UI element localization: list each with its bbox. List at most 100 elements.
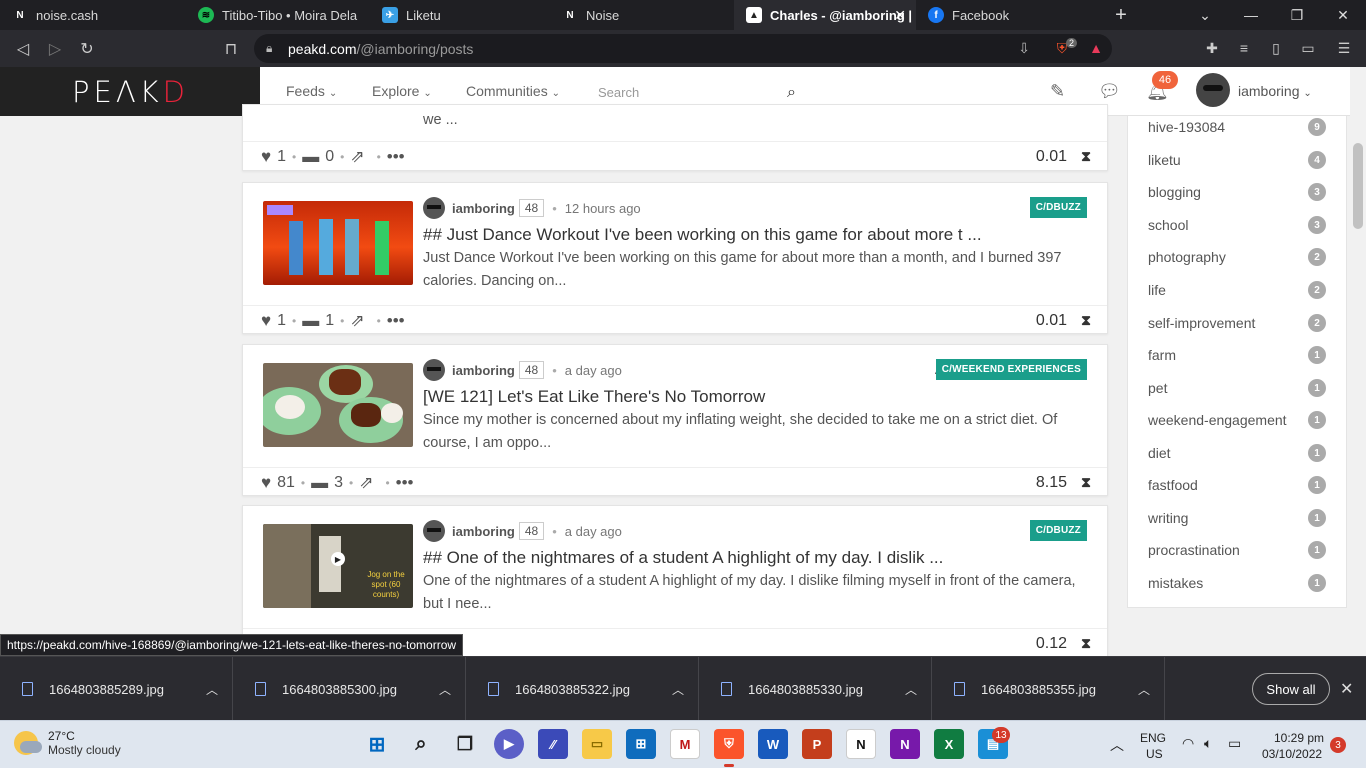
author-name[interactable]: iamboring [452,201,515,216]
community-badge[interactable]: C/DBUZZ [1029,197,1087,218]
tag-item[interactable]: farm 1 [1148,339,1328,371]
share-icon[interactable]: ⇗ [350,311,364,331]
post-title[interactable]: ## Just Dance Workout I've been working … [423,225,982,245]
peakd-logo[interactable]: PEΛKD [72,75,189,109]
chevron-up-icon[interactable]: ︿ [672,681,684,698]
chat-icon[interactable]: ▶ [494,729,524,759]
share-icon[interactable]: ⇗ [350,147,364,167]
avatar[interactable] [423,520,445,542]
language-indicator[interactable]: ENG [1140,731,1166,745]
search-icon[interactable]: ⌕ [787,84,796,102]
tag-item[interactable]: liketu 4 [1148,144,1328,176]
avatar[interactable] [423,359,445,381]
post-thumbnail[interactable]: ▶ Jog on the spot (60 counts) [263,524,413,608]
post-time[interactable]: 12 hours ago [565,201,641,216]
chevron-up-icon[interactable]: ︿ [1138,681,1150,698]
task-view-icon[interactable]: ❐ [450,729,480,759]
tag-item[interactable]: mistakes 1 [1148,567,1328,599]
chevron-up-icon[interactable]: ︿ [1110,735,1124,755]
nav-feeds[interactable]: Feeds ⌄ [286,83,337,99]
download-item[interactable]: 1664803885322.jpg ︿ [466,657,699,721]
tag-item[interactable]: weekend-engagement 1 [1148,404,1328,436]
extensions-icon[interactable]: ✚ [1202,38,1222,58]
comment-icon[interactable]: ▬ [302,147,319,167]
restore-icon[interactable]: ❐ [1274,0,1320,30]
post-title[interactable]: [WE 121] Let's Eat Like There's No Tomor… [423,387,765,407]
comment-icon[interactable]: ▬ [311,473,328,493]
tag-item[interactable]: pet 1 [1148,372,1328,404]
post-title[interactable]: ## One of the nightmares of a student A … [423,548,943,568]
tag-item[interactable]: hive-193084 9 [1148,111,1328,143]
tab-peakd[interactable]: ▲ Charles - @iamboring | ✕ [734,0,916,30]
post-card[interactable]: iamboring 48 • 12 hours ago C/DBUZZ ## J… [242,182,1108,334]
heart-icon[interactable]: ♥ [261,311,271,331]
avatar[interactable] [1196,73,1230,107]
post-card[interactable]: iamboring 48 • a day ago Λ C/WEEKEND EXP… [242,344,1108,496]
show-all-button[interactable]: Show all [1252,673,1330,705]
brave-icon[interactable]: ⛨ [714,729,744,759]
tag-item[interactable]: self-improvement 2 [1148,307,1328,339]
more-icon[interactable]: ••• [387,311,405,331]
back-icon[interactable]: ◁ [12,38,34,60]
user-menu[interactable]: iamboring ⌄ [1238,83,1312,99]
more-icon[interactable]: ••• [396,473,414,493]
post-thumbnail[interactable] [263,201,413,285]
post-excerpt[interactable]: Just Dance Workout I've been working on … [423,247,1091,293]
tab-liketu[interactable]: ✈ Liketu [370,0,550,30]
clock-time[interactable]: 10:29 pm [1274,731,1324,745]
chevron-up-icon[interactable]: ︿ [905,681,917,698]
tab-facebook[interactable]: f Facebook [916,0,1100,30]
avatar[interactable] [423,197,445,219]
search-icon[interactable]: ⌕ [406,729,436,759]
install-icon[interactable]: ⇩ [1018,40,1030,57]
store-icon[interactable]: ⊞ [626,729,656,759]
page-scrollbar[interactable] [1350,67,1366,656]
tag-item[interactable]: life 2 [1148,274,1328,306]
menu-icon[interactable]: ☰ [1334,38,1354,58]
chat-icon[interactable]: 💬︎ [1098,81,1121,102]
post-time[interactable]: a day ago [565,524,622,539]
volume-icon[interactable]: 🔈︎ [1204,735,1212,752]
wifi-icon[interactable]: ◠ [1182,735,1194,752]
reload-icon[interactable]: ↻ [76,38,98,60]
post-excerpt[interactable]: Since my mother is concerned about my in… [423,409,1091,455]
pencil-icon[interactable]: ✎ [1050,81,1065,102]
heart-icon[interactable]: ♥ [261,473,271,493]
tab-noise[interactable]: N Noise [550,0,734,30]
comment-icon[interactable]: ▬ [302,311,319,331]
new-tab-icon[interactable]: + [1098,0,1144,30]
excel-icon[interactable]: X [934,729,964,759]
post-time[interactable]: a day ago [565,363,622,378]
tag-item[interactable]: diet 1 [1148,437,1328,469]
close-icon[interactable]: ✕ [894,7,906,24]
community-badge[interactable]: C/WEEKEND EXPERIENCES [935,359,1087,380]
bookmark-icon[interactable]: ⊓ [220,38,242,60]
nav-communities[interactable]: Communities ⌄ [466,83,560,99]
sidebar-icon[interactable]: ▯ [1266,38,1286,58]
close-window-icon[interactable]: ✕ [1320,0,1366,30]
tag-item[interactable]: photography 2 [1148,241,1328,273]
weather-widget[interactable]: 27°C Mostly cloudy [14,729,121,757]
file-explorer-icon[interactable]: ▭ [582,729,612,759]
brave-rewards-icon[interactable]: ▲ [1086,38,1106,58]
scrollbar-thumb[interactable] [1353,143,1363,229]
url-field[interactable]: 🔒︎ peakd.com/@iamboring/posts ⇩ [254,34,1112,63]
windows-start-icon[interactable]: ⊞ [362,729,392,759]
share-icon[interactable]: ⇗ [359,473,373,493]
tag-item[interactable]: writing 1 [1148,502,1328,534]
chevron-up-icon[interactable]: ︿ [439,681,451,698]
clock-date[interactable]: 03/10/2022 [1262,747,1322,761]
tag-item[interactable]: blogging 3 [1148,176,1328,208]
author-name[interactable]: iamboring [452,363,515,378]
playlist-icon[interactable]: ≡ [1234,38,1254,58]
tag-item[interactable]: fastfood 1 [1148,469,1328,501]
wallet-icon[interactable]: ▭ [1298,38,1318,58]
download-item[interactable]: 1664803885300.jpg ︿ [233,657,466,721]
notification-count-badge[interactable]: 3 [1330,737,1346,753]
app-icon[interactable]: ⁄⁄ [538,729,568,759]
download-item[interactable]: 1664803885330.jpg ︿ [699,657,932,721]
play-icon[interactable]: ▶ [331,552,345,566]
tag-item[interactable]: school 3 [1148,209,1328,241]
post-thumbnail[interactable] [263,363,413,447]
post-card[interactable]: we ... ♥ 1 • ▬ 0 • ⇗ • ••• 0.01 ⧗ [242,104,1108,171]
